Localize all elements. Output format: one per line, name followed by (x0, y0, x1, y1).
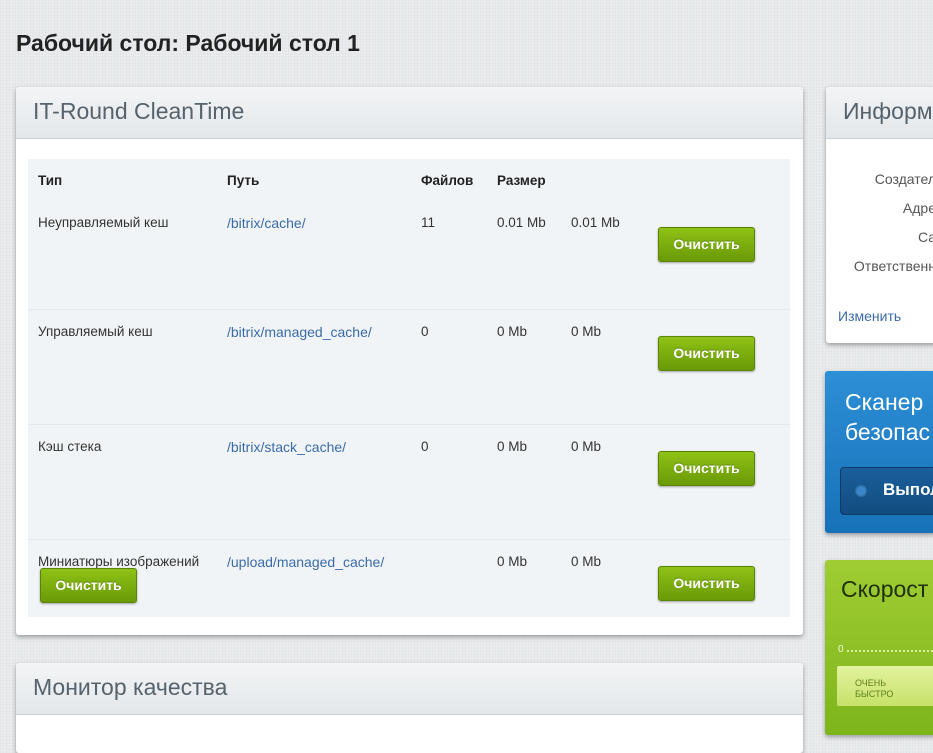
table-row: Управляемый кеш /bitrix/managed_cache/ 0… (28, 309, 790, 425)
table-row: Кэш стека /bitrix/stack_cache/ 0 0 Mb 0 … (28, 424, 790, 540)
info-gadget: Информа Создател Адре Са Ответственн Изм… (826, 87, 933, 343)
edit-link[interactable]: Изменить (838, 308, 901, 324)
size-value: 0.01 Mb (497, 215, 546, 230)
table-row: Миниатюры изображений /upload/managed_ca… (28, 539, 790, 654)
size-value: 0 Mb (497, 539, 571, 654)
files-count (421, 539, 497, 654)
size-value-2: 0 Mb (571, 424, 658, 540)
info-field-label: Создател (874, 171, 933, 187)
speed-label-line: ОЧЕНЬ (855, 678, 887, 688)
size-value: 0 Mb (497, 309, 571, 425)
cache-type: Кэш стека (28, 424, 227, 540)
cache-path-link[interactable]: /bitrix/stack_cache/ (227, 439, 346, 455)
cache-table: Тип Путь Файлов Размер Неуправляемый кеш… (28, 159, 790, 654)
cache-path-link[interactable]: /bitrix/managed_cache/ (227, 324, 372, 340)
scanner-run-button[interactable]: Выпол (840, 467, 933, 515)
quality-monitor-title[interactable]: Монитор качества (16, 663, 803, 715)
info-field-label: Са (917, 229, 933, 245)
column-header-path: Путь (227, 172, 260, 188)
scanner-title-line: безопас (845, 419, 931, 445)
files-count: 11 (421, 215, 436, 230)
clean-button[interactable]: Очистить (658, 336, 755, 371)
files-count: 0 (421, 424, 497, 540)
size-value-2: 0 Mb (571, 539, 658, 654)
speed-title: Скорост (841, 576, 929, 602)
column-header-size: Размер (497, 172, 546, 188)
cleantime-gadget: IT-Round CleanTime Тип Путь Файлов Разме… (16, 87, 803, 654)
cache-type: Неуправляемый кеш (38, 215, 169, 230)
column-header-action (658, 159, 790, 201)
column-header-type: Тип (38, 172, 63, 188)
status-dot-icon (855, 485, 867, 497)
cache-path-link[interactable]: /upload/managed_cache/ (227, 554, 384, 570)
cache-path-link[interactable]: /bitrix/cache/ (227, 215, 306, 231)
speed-scale (847, 650, 933, 653)
clean-button[interactable]: Очистить (658, 451, 755, 486)
security-scanner-gadget: Сканер безопас Выпол (825, 371, 933, 533)
scanner-title-line: Сканер (845, 389, 924, 415)
info-title[interactable]: Информа (826, 87, 933, 139)
page-title: Рабочий стол: Рабочий стол 1 (16, 30, 360, 56)
cache-type: Управляемый кеш (28, 309, 227, 425)
speed-scale-zero: 0 (838, 644, 844, 655)
speed-bar-label: ОЧЕНЬ БЫСТРО (855, 678, 915, 700)
size-value-2: 0 Mb (571, 309, 658, 425)
files-count: 0 (421, 309, 497, 425)
size-value-2: 0.01 Mb (571, 215, 620, 230)
info-fields: Создател Адре Са Ответственн (854, 165, 933, 281)
speed-label-line: БЫСТРО (855, 689, 894, 699)
info-field-label: Ответственн (853, 258, 933, 274)
clean-button[interactable]: Очистить (658, 566, 755, 601)
clean-all-button[interactable]: Очистить (40, 568, 137, 603)
cleantime-title[interactable]: IT-Round CleanTime (16, 87, 803, 139)
size-value: 0 Mb (497, 424, 571, 540)
table-row: Неуправляемый кеш /bitrix/cache/ 11 0.01… (28, 201, 790, 310)
column-header-files: Файлов (421, 172, 474, 188)
site-speed-gadget: Скорост 0 ОЧЕНЬ БЫСТРО (825, 560, 933, 735)
column-header-size-extra (571, 159, 658, 201)
scanner-run-label: Выпол (883, 480, 933, 499)
clean-button[interactable]: Очистить (658, 227, 755, 262)
scanner-title: Сканер безопас (845, 387, 930, 447)
quality-monitor-gadget: Монитор качества (16, 663, 803, 753)
info-field-label: Адре (902, 200, 933, 216)
